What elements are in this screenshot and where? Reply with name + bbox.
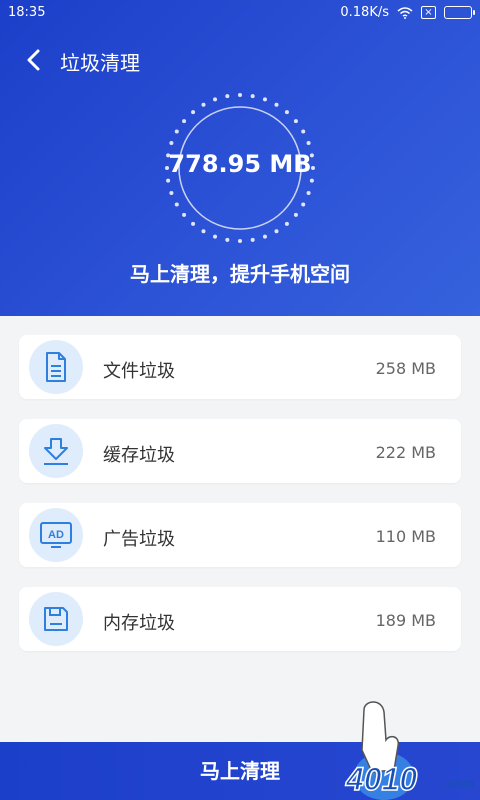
status-time: 18:35 [8,5,46,20]
ring-dot [166,178,171,183]
status-bar: 18:35 0.18K/s × [0,0,480,26]
ring-dot [284,110,289,115]
ad-icon: AD [29,508,83,562]
ring-dot [191,110,196,115]
ring-dot [191,221,196,226]
ring-dot [250,94,255,99]
wifi-icon [397,6,413,19]
list-item-value: 189 MB [375,611,436,630]
ring-dot [274,229,279,234]
slogan: 马上清理，提升手机空间 [130,262,350,286]
list-item-label: 缓存垃圾 [103,445,175,466]
list-item-label: 内存垃圾 [103,613,175,634]
ring-dot [301,129,306,134]
download-icon [29,424,83,478]
header: 18:35 0.18K/s × 垃圾清理 778.95 MB 马上清理，提升手机… [0,0,480,316]
ring-dot [301,202,306,207]
status-icons: 0.18K/s × [340,5,475,20]
list-item-ad-junk[interactable]: AD 广告垃圾 110 MB [19,503,461,567]
back-arrow-icon[interactable] [20,46,48,74]
ring-dot [309,178,314,183]
ring-dot [182,119,187,124]
ring-dot [238,239,242,243]
list-item-label: 广告垃圾 [103,529,175,550]
list-item-file-junk[interactable]: 文件垃圾 258 MB [19,335,461,399]
list-item-value: 222 MB [375,443,436,462]
ring-dot [182,212,187,217]
list-item-memory-junk[interactable]: 内存垃圾 189 MB [19,587,461,651]
ring-dot [262,234,267,239]
junk-size: 778.95 MB [168,150,312,178]
ring-dot [213,234,218,239]
list-item-cache-junk[interactable]: 缓存垃圾 222 MB [19,419,461,483]
network-speed: 0.18K/s [340,5,389,20]
list-item-label: 文件垃圾 [103,361,175,382]
ring-dot [250,237,255,242]
ring-dot [201,229,206,234]
ring-dot [306,190,311,195]
ring-dot [201,102,206,107]
ring-dot [174,129,179,134]
memory-icon [29,592,83,646]
ring-dot [169,190,174,195]
list-item-value: 258 MB [375,359,436,378]
ring-dot [213,97,218,102]
ring-dot [262,97,267,102]
ring-dot [306,141,311,146]
ring-dot [238,93,242,97]
ring-dot [169,141,174,146]
ring-dot [274,102,279,107]
ring-dot [174,202,179,207]
battery-icon [444,6,475,19]
ring-dot [225,237,230,242]
svg-text:AD: AD [48,529,64,541]
ring-dot [225,94,230,99]
page-title: 垃圾清理 [60,51,140,75]
ring-dot [293,212,298,217]
clean-now-button[interactable]: 马上清理 [0,742,480,800]
ring-dot [293,119,298,124]
file-icon [29,340,83,394]
junk-list: 文件垃圾 258 MB 缓存垃圾 222 MB AD 广告垃圾 110 MB 内… [19,335,461,671]
list-item-value: 110 MB [375,527,436,546]
ring-dot [284,221,289,226]
title-bar: 垃圾清理 [0,40,480,80]
sim-off-icon: × [421,6,436,19]
